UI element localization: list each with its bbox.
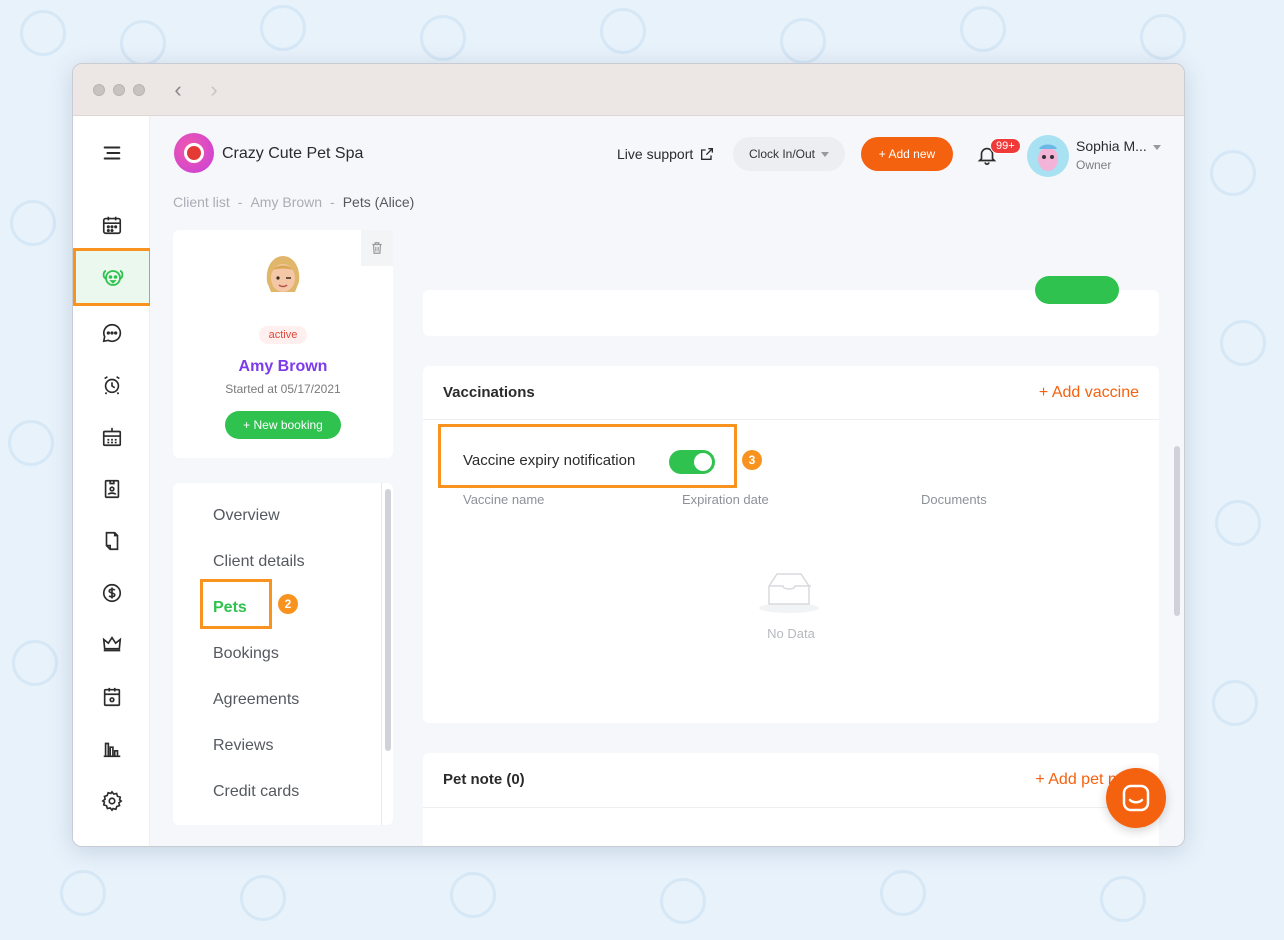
client-avatar	[261, 252, 305, 300]
breadcrumb-client-name[interactable]: Amy Brown	[250, 194, 322, 210]
top-header: Crazy Cute Pet Spa Live support Clock In…	[150, 116, 1184, 192]
external-link-icon	[701, 148, 714, 160]
user-role: Owner	[1076, 158, 1112, 172]
client-card: active Amy Brown Started at 05/17/2021 +…	[173, 230, 393, 458]
menu-item-bookings[interactable]: Bookings	[213, 645, 279, 663]
add-new-button[interactable]: + Add new	[861, 137, 953, 171]
empty-inbox-icon	[759, 573, 819, 613]
user-avatar[interactable]	[1027, 135, 1069, 177]
pet-note-title: Pet note (0)	[443, 771, 525, 788]
business-name: Crazy Cute Pet Spa	[222, 145, 364, 162]
window-titlebar: ‹ ›	[73, 64, 1184, 116]
trash-icon[interactable]	[361, 230, 393, 266]
schedule-icon[interactable]	[73, 420, 150, 454]
window-minimize-dot[interactable]	[113, 83, 125, 96]
save-button[interactable]	[1035, 276, 1119, 304]
column-header-expiration-date: Expiration date	[682, 492, 769, 507]
menu-item-agreements[interactable]: Agreements	[213, 691, 299, 709]
left-navigation-rail: 1	[73, 116, 172, 846]
support-chat-button[interactable]	[1106, 768, 1166, 828]
empty-state-text: No Data	[767, 626, 815, 641]
clock-in-out-button[interactable]: Clock In/Out	[733, 137, 845, 171]
browser-window: ‹ › 1	[72, 63, 1185, 847]
bar-chart-icon[interactable]	[73, 732, 150, 766]
live-support-label: Live support	[617, 146, 694, 162]
live-support-link[interactable]: Live support	[617, 146, 715, 162]
previous-section-panel	[423, 276, 1159, 336]
client-menu: Overview Client details Pets 2 Bookings …	[173, 483, 393, 825]
forward-arrow-icon[interactable]: ›	[203, 77, 225, 103]
back-arrow-icon[interactable]: ‹	[167, 77, 189, 103]
sidebar-item-pets[interactable]	[73, 248, 152, 306]
chat-icon[interactable]	[73, 316, 150, 350]
vaccine-expiry-label: Vaccine expiry notification	[463, 452, 636, 469]
chevron-down-icon	[821, 151, 830, 157]
callout-badge-3: 3	[742, 450, 762, 470]
client-name: Amy Brown	[238, 358, 328, 375]
menu-item-reviews[interactable]: Reviews	[213, 737, 273, 755]
menu-icon[interactable]	[73, 136, 150, 170]
settings-icon[interactable]	[73, 784, 150, 818]
pet-icon	[102, 270, 123, 286]
document-icon[interactable]	[73, 524, 150, 558]
page-scrollbar[interactable]	[1174, 446, 1180, 616]
new-booking-button[interactable]: + New booking	[225, 411, 341, 439]
menu-item-overview[interactable]: Overview	[213, 507, 280, 525]
window-maximize-dot[interactable]	[133, 83, 145, 96]
divider	[423, 807, 1159, 808]
calendar-icon[interactable]	[73, 208, 150, 242]
pet-note-panel: Pet note (0) + Add pet note	[423, 753, 1159, 846]
clock-in-out-label: Clock In/Out	[748, 147, 816, 161]
menu-item-credit-cards[interactable]: Credit cards	[213, 783, 299, 801]
status-badge: active	[259, 326, 307, 344]
column-header-documents: Documents	[921, 492, 987, 507]
divider	[423, 419, 1159, 420]
dollar-icon[interactable]	[73, 576, 150, 610]
menu-item-pets[interactable]: Pets	[213, 599, 247, 617]
vaccinations-panel: Vaccinations + Add vaccine Vaccine expir…	[423, 366, 1159, 723]
business-logo	[174, 133, 214, 173]
user-name: Sophia M...	[1076, 138, 1147, 154]
vaccine-expiry-toggle[interactable]	[669, 450, 715, 474]
alarm-clock-icon[interactable]	[73, 368, 150, 402]
menu-scrollbar[interactable]	[381, 483, 393, 825]
crown-icon[interactable]	[73, 628, 150, 662]
breadcrumb-client-list[interactable]: Client list	[173, 194, 230, 210]
vaccinations-title: Vaccinations	[443, 384, 535, 401]
breadcrumb-separator: -	[237, 194, 243, 210]
user-menu-chevron-icon[interactable]	[1153, 145, 1161, 150]
client-start-date: Started at 05/17/2021	[225, 382, 341, 396]
column-header-vaccine-name: Vaccine name	[463, 492, 545, 507]
chat-bubble-icon	[1122, 784, 1150, 812]
main-content: Crazy Cute Pet Spa Live support Clock In…	[150, 116, 1184, 846]
callout-badge-2: 2	[278, 594, 298, 614]
window-close-dot[interactable]	[93, 83, 105, 96]
breadcrumb: Client list - Amy Brown - Pets (Alice)	[173, 194, 414, 210]
menu-item-client-details[interactable]: Client details	[213, 553, 305, 571]
add-vaccine-link[interactable]: + Add vaccine	[1039, 384, 1139, 402]
breadcrumb-separator: -	[330, 194, 335, 210]
badge-icon[interactable]	[73, 472, 150, 506]
notification-badge: 99+	[990, 138, 1021, 154]
calendar-box-icon[interactable]	[73, 680, 150, 714]
breadcrumb-current: Pets (Alice)	[342, 194, 415, 210]
